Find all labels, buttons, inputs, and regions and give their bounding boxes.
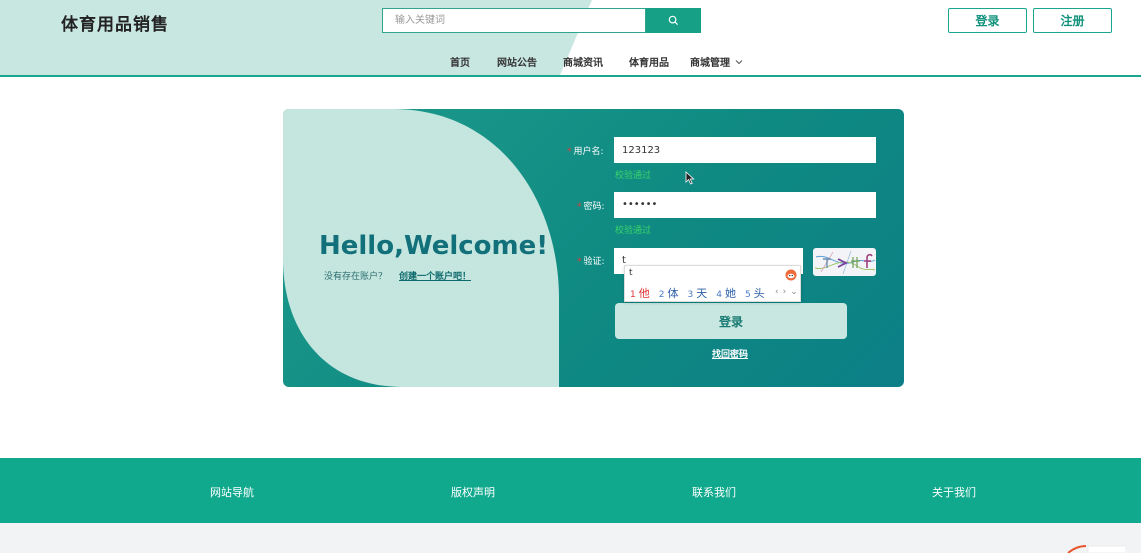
ime-logo-icon — [785, 269, 797, 281]
captcha-label-text: 验证: — [583, 257, 605, 267]
ime-candidate-text: 头 — [753, 287, 765, 300]
site-footer: 网站导航 版权声明 联系我们 关于我们 — [0, 458, 1141, 523]
floating-widget-edge — [1067, 545, 1126, 553]
ime-candidate[interactable]: 3天 — [687, 285, 707, 301]
captcha-graphic — [814, 250, 876, 275]
search-button[interactable] — [646, 8, 701, 33]
nav-item-news[interactable]: 商城资讯 — [563, 54, 603, 69]
mouse-pointer-icon — [685, 171, 695, 185]
nav-item-mall-management[interactable]: 商城管理 — [690, 54, 743, 69]
ime-candidate[interactable]: 2体 — [659, 285, 679, 301]
chevron-left-icon[interactable]: ‹ — [775, 287, 779, 297]
required-mark: * — [577, 257, 582, 267]
footer-link-site-nav[interactable]: 网站导航 — [210, 484, 254, 500]
main-nav: 首页 网站公告 商城资讯 体育用品 商城管理 — [0, 54, 1141, 70]
ime-candidate[interactable]: 1他 — [630, 285, 650, 301]
captcha-label: * 验证: — [577, 254, 605, 267]
nav-label: 首页 — [450, 58, 470, 69]
site-header: 体育用品销售 登录 注册 首页 网站公告 商城资讯 体育用品 商城管理 — [0, 0, 1141, 77]
ime-candidate[interactable]: 5头 — [745, 285, 765, 301]
ime-candidate-number: 5 — [744, 290, 751, 300]
ime-candidate[interactable]: 4她 — [716, 285, 736, 301]
search-input[interactable] — [382, 8, 646, 33]
nav-item-sports-goods[interactable]: 体育用品 — [629, 54, 669, 69]
password-validation-hint: 校验通过 — [615, 226, 652, 236]
chevron-down-icon[interactable]: ⌄ — [790, 287, 798, 297]
username-field[interactable] — [614, 137, 876, 163]
ime-candidate-text: 她 — [724, 287, 736, 300]
required-mark: * — [567, 147, 572, 157]
create-account-link[interactable]: 创建一个账户吧！ — [399, 269, 471, 282]
ime-composition: t — [629, 268, 633, 278]
footer-link-contact[interactable]: 联系我们 — [692, 484, 736, 500]
chevron-down-icon — [735, 59, 743, 64]
nav-label: 商城管理 — [690, 58, 730, 69]
ime-candidates: 1他 2体 3天 4她 5头 — [630, 285, 765, 301]
login-card: Hello,Welcome! 没有存在账户？ 创建一个账户吧！ *用户名: 校验… — [283, 109, 904, 387]
captcha-image[interactable] — [813, 248, 876, 276]
required-mark: * — [577, 202, 582, 212]
username-label-text: 用户名: — [573, 147, 604, 157]
no-account-text: 没有存在账户？ — [324, 272, 388, 282]
ime-candidate-popup: t 1他 2体 3天 4她 5头 ‹ › ⌄ — [624, 265, 801, 302]
password-field[interactable]: •••••• — [614, 192, 876, 218]
header-divider — [0, 75, 1141, 77]
ime-candidate-number: 3 — [687, 290, 694, 300]
footer-link-about[interactable]: 关于我们 — [932, 484, 976, 500]
ime-candidate-text: 体 — [667, 287, 679, 300]
footer-link-copyright[interactable]: 版权声明 — [451, 484, 495, 500]
header-register-button[interactable]: 注册 — [1033, 8, 1112, 33]
nav-item-home[interactable]: 首页 — [450, 54, 470, 69]
username-validation-hint: 校验通过 — [615, 171, 652, 181]
ime-candidate-number: 2 — [658, 290, 665, 300]
ime-candidate-number: 4 — [716, 290, 722, 300]
nav-label: 商城资讯 — [563, 58, 603, 69]
password-label-text: 密码: — [583, 202, 605, 212]
page-bottom-area — [0, 523, 1141, 553]
ime-candidate-number: 1 — [630, 290, 636, 300]
header-login-button[interactable]: 登录 — [948, 8, 1027, 33]
nav-label: 网站公告 — [497, 58, 537, 69]
chevron-right-icon[interactable]: › — [783, 287, 787, 297]
site-logo[interactable]: 体育用品销售 — [61, 10, 169, 35]
password-label: * 密码: — [577, 199, 605, 212]
ime-candidate-text: 天 — [696, 287, 708, 300]
nav-item-announcements[interactable]: 网站公告 — [497, 54, 537, 69]
username-label: * 用户名: — [567, 144, 604, 157]
nav-label: 体育用品 — [629, 58, 669, 69]
welcome-title: Hello,Welcome! — [319, 231, 549, 261]
forgot-password-link[interactable]: 找回密码 — [712, 347, 748, 360]
ime-candidate-text: 他 — [638, 287, 650, 300]
login-submit-button[interactable]: 登录 — [615, 303, 847, 339]
search-icon — [668, 15, 679, 26]
ime-page-controls: ‹ › ⌄ — [775, 287, 798, 297]
